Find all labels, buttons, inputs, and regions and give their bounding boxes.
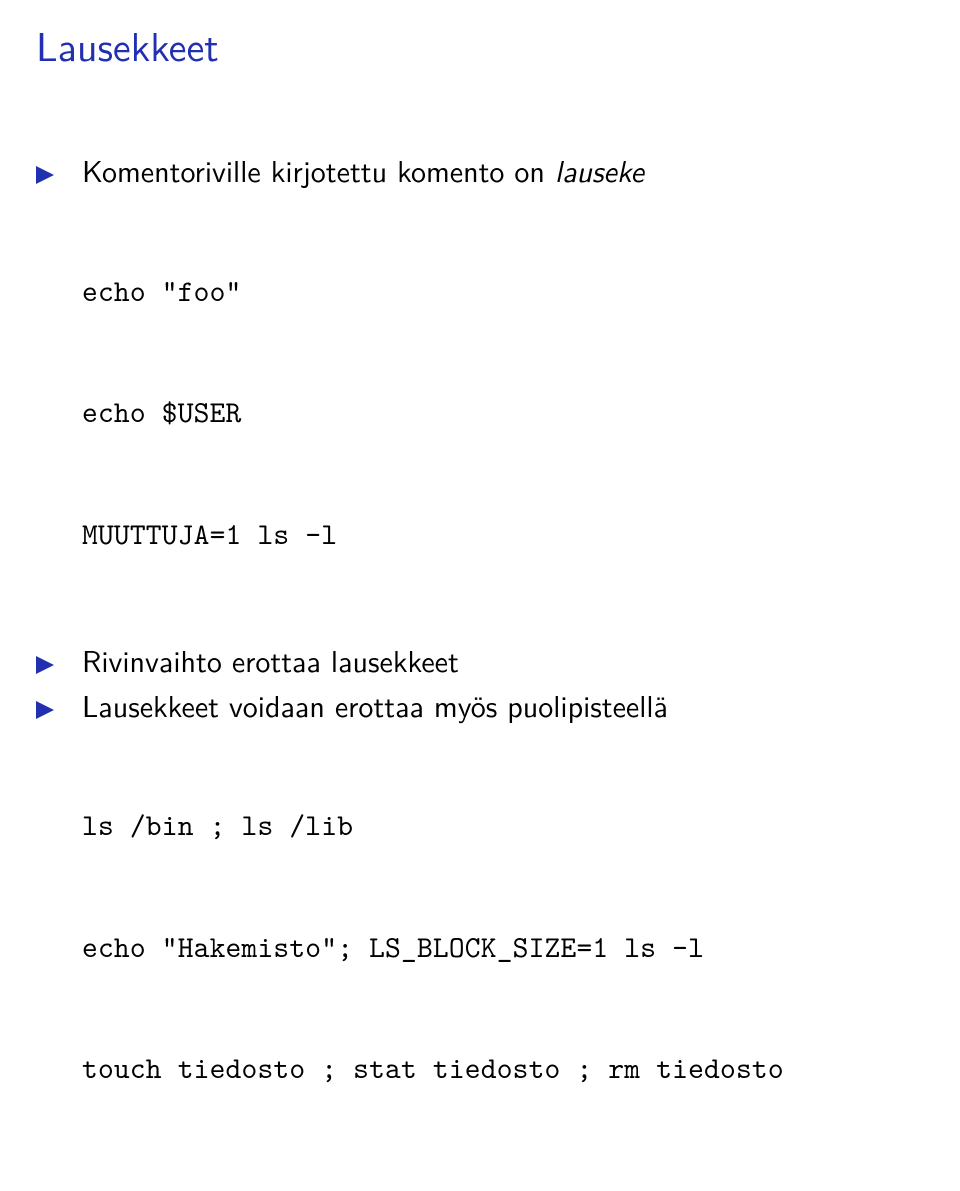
bullet-text-prefix: Lausekkeet voidaan erottaa myös puolipis… [82, 683, 668, 727]
underscore: _ [497, 928, 513, 967]
code-line: MUUTTUJA=1 ls -l [82, 515, 924, 556]
bullet-text-prefix: Komentoriville kirjotettu komento on [82, 148, 555, 192]
triangle-icon [36, 640, 82, 681]
list-item: Komentoriville kirjotettu komento on lau… [36, 150, 924, 636]
bullet-text: Rivinvaihto erottaa lausekkeet [82, 640, 459, 681]
code-line: echo "Hakemisto"; LS_BLOCK_SIZE=1 ls -l [82, 928, 924, 969]
bullet-text: Komentoriville kirjotettu komento on lau… [82, 150, 644, 191]
code-block: echo "foo" echo $USER MUUTTUJA=1 ls -l [82, 191, 924, 637]
code-text: SIZE=1 ls -l [513, 928, 704, 967]
triangle-icon [36, 150, 82, 191]
code-line: touch tiedosto ; stat tiedosto ; rm tied… [82, 1049, 924, 1090]
code-text: echo "Hakemisto"; LS [82, 928, 401, 967]
slide-title: Lausekkeet [36, 16, 924, 74]
slide: Lausekkeet Komentoriville kirjotettu kom… [0, 0, 960, 1191]
code-block: ls /bin ; ls /lib echo "Hakemisto"; LS_B… [82, 725, 924, 1171]
bullet-text-italic: lauseke [555, 148, 644, 192]
list-item: Lausekkeet voidaan erottaa myös puolipis… [36, 685, 924, 1171]
triangle-icon [36, 685, 82, 726]
code-line: echo "foo" [82, 272, 924, 313]
underscore: _ [401, 928, 417, 967]
bullet-text-prefix: Rivinvaihto erottaa lausekkeet [82, 638, 459, 682]
code-text: BLOCK [417, 928, 497, 967]
code-line: ls /bin ; ls /lib [82, 806, 924, 847]
bullet-text: Lausekkeet voidaan erottaa myös puolipis… [82, 685, 668, 726]
list-item: Rivinvaihto erottaa lausekkeet [36, 640, 924, 681]
code-line: echo $USER [82, 393, 924, 434]
bullet-list: Komentoriville kirjotettu komento on lau… [36, 150, 924, 1171]
